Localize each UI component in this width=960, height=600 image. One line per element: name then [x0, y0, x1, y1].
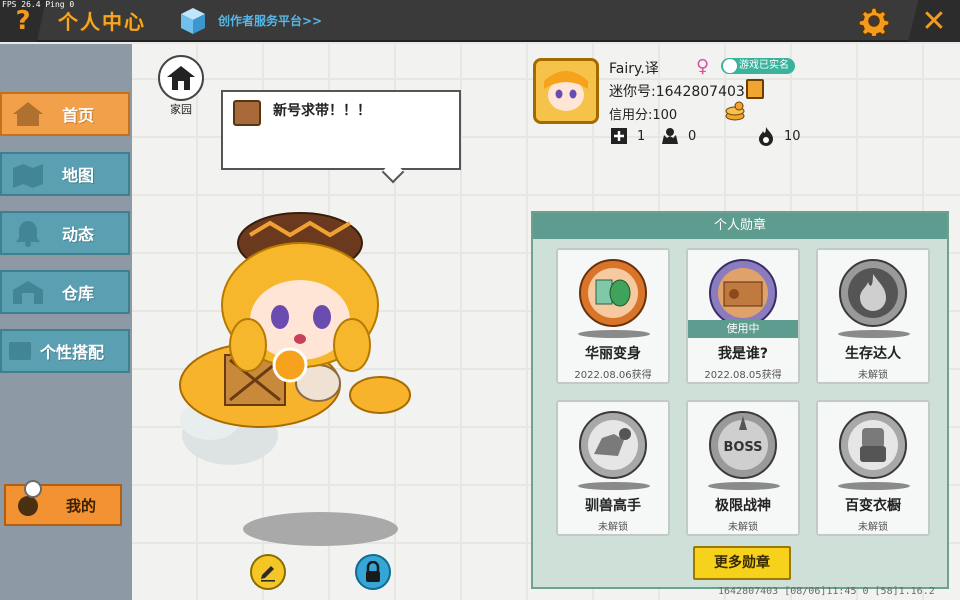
badge-status: 未解锁 — [598, 522, 628, 533]
close-button[interactable]: ✕ — [908, 0, 960, 42]
coin-stack-icon[interactable] — [724, 101, 746, 121]
badge-status: 未解锁 — [728, 522, 758, 533]
lock-icon — [366, 561, 380, 582]
sidebar-item-warehouse[interactable]: 仓库 — [0, 270, 130, 314]
sidebar-item-home[interactable]: 首页 — [0, 92, 130, 136]
stat-value: 10 — [784, 128, 801, 144]
notification-dot — [24, 480, 42, 498]
badge-card[interactable]: 使用中 我是谁? 2022.08.05获得 — [686, 248, 800, 384]
top-bar: ? FPS 26.4 Ping 0 个人中心 创作者服务平台>> ✕ — [0, 0, 960, 42]
pencil-icon — [261, 566, 275, 582]
mine-icon — [18, 496, 38, 516]
badge-status: 未解锁 — [858, 522, 888, 533]
badge-panel: 个人勋章 华丽变身 2022.08.06获得 使用中 我是谁? 2022.08.… — [531, 211, 949, 589]
id-card-medal-icon — [709, 259, 777, 327]
footer-build-info: 1642807403 [08/06]11:45 0 [58]1.16.2 — [718, 586, 935, 597]
more-badges-button[interactable]: 更多勋章 — [693, 546, 791, 580]
stat-popularity[interactable]: 10 — [756, 126, 801, 146]
house-icon — [167, 66, 195, 90]
medal-shadow — [578, 482, 650, 490]
badge-status: 2022.08.06获得 — [574, 370, 652, 381]
badge-name: 我是谁? — [717, 346, 769, 362]
speech-bubble: 新号求带！！！ — [221, 90, 461, 170]
stat-fans[interactable]: 0 — [660, 126, 696, 146]
question-mark-icon: ? — [15, 6, 31, 36]
badge-name: 华丽变身 — [585, 346, 641, 362]
close-icon: ✕ — [921, 3, 947, 39]
medal-shadow — [838, 482, 910, 490]
badge-panel-title: 个人勋章 — [533, 213, 947, 239]
sidebar-item-label: 个性搭配 — [40, 343, 105, 362]
warehouse-icon — [6, 272, 50, 312]
female-icon: ♀ — [696, 56, 710, 77]
mine-label: 我的 — [65, 496, 96, 515]
mini-id: 迷你号:1642807403 — [609, 84, 745, 100]
stat-friends[interactable]: 1 — [609, 126, 645, 146]
fans-icon — [660, 126, 680, 146]
avatar-portrait — [536, 61, 596, 121]
badge-name: 百变衣橱 — [845, 498, 901, 514]
stat-value: 0 — [688, 128, 697, 144]
edit-button[interactable] — [250, 554, 286, 590]
player-name: Fairy.译 — [609, 61, 659, 77]
badge-card[interactable]: 驯兽高手 未解锁 — [556, 400, 670, 536]
page-title: 个人中心 — [58, 10, 146, 34]
badge-status: 2022.08.05获得 — [704, 370, 782, 381]
player-character-model[interactable] — [170, 205, 420, 475]
bubble-text: 新号求带！！！ — [273, 103, 371, 119]
medal-shadow — [708, 482, 780, 490]
sidebar-item-label: 地图 — [62, 166, 95, 185]
sidebar-item-label: 动态 — [62, 225, 95, 244]
badge-status: 未解锁 — [858, 370, 888, 381]
copy-id-icon[interactable] — [746, 79, 764, 99]
home-label: 家园 — [170, 103, 192, 116]
creator-cube-icon[interactable] — [180, 7, 206, 35]
in-use-label: 使用中 — [688, 320, 798, 338]
map-icon — [6, 154, 50, 194]
medal-shadow — [838, 330, 910, 338]
credit-score: 信用分:100 — [609, 108, 678, 123]
home-icon — [6, 94, 50, 134]
sidebar-item-map[interactable]: 地图 — [0, 152, 130, 196]
badge-name: 驯兽高手 — [585, 498, 641, 514]
home-button[interactable] — [158, 55, 204, 101]
cow-face-icon — [233, 100, 261, 126]
badge-card[interactable]: 生存达人 未解锁 — [816, 248, 930, 384]
tamer-medal-icon — [579, 411, 647, 479]
settings-button[interactable] — [855, 4, 893, 38]
avatar[interactable] — [533, 58, 599, 124]
gear-icon — [859, 7, 889, 36]
stat-value: 1 — [637, 128, 646, 144]
sidebar-item-outfit[interactable]: 个性搭配 — [0, 329, 130, 373]
medal-shadow — [578, 330, 650, 338]
badge-name: 极限战神 — [715, 498, 771, 514]
lock-button[interactable] — [355, 554, 391, 590]
badge-card[interactable]: 百变衣橱 未解锁 — [816, 400, 930, 536]
boss-text: BOSS — [723, 440, 762, 455]
creator-platform-link[interactable]: 创作者服务平台>> — [218, 12, 322, 29]
sidebar-item-label: 仓库 — [62, 284, 95, 303]
outfit-icon — [6, 331, 34, 371]
sidebar-item-label: 首页 — [62, 106, 95, 125]
plus-friend-icon — [609, 126, 629, 146]
transform-medal-icon — [579, 259, 647, 327]
verified-badge: 游戏已实名 — [721, 58, 795, 74]
bell-icon — [6, 213, 50, 253]
wardrobe-medal-icon — [839, 411, 907, 479]
sidebar: 首页 地图 动态 仓库 个性搭配 我的 — [0, 44, 132, 600]
badge-card[interactable]: BOSS 极限战神 未解锁 — [686, 400, 800, 536]
survival-medal-icon — [839, 259, 907, 327]
flame-icon — [756, 126, 776, 146]
boss-medal-icon: BOSS — [709, 411, 777, 479]
sidebar-item-activity[interactable]: 动态 — [0, 211, 130, 255]
verified-user-icon — [723, 59, 737, 73]
badge-name: 生存达人 — [845, 346, 901, 362]
verified-label: 游戏已实名 — [739, 60, 789, 71]
badge-card[interactable]: 华丽变身 2022.08.06获得 — [556, 248, 670, 384]
mine-button[interactable]: 我的 — [4, 480, 122, 526]
character-shadow — [243, 512, 398, 546]
